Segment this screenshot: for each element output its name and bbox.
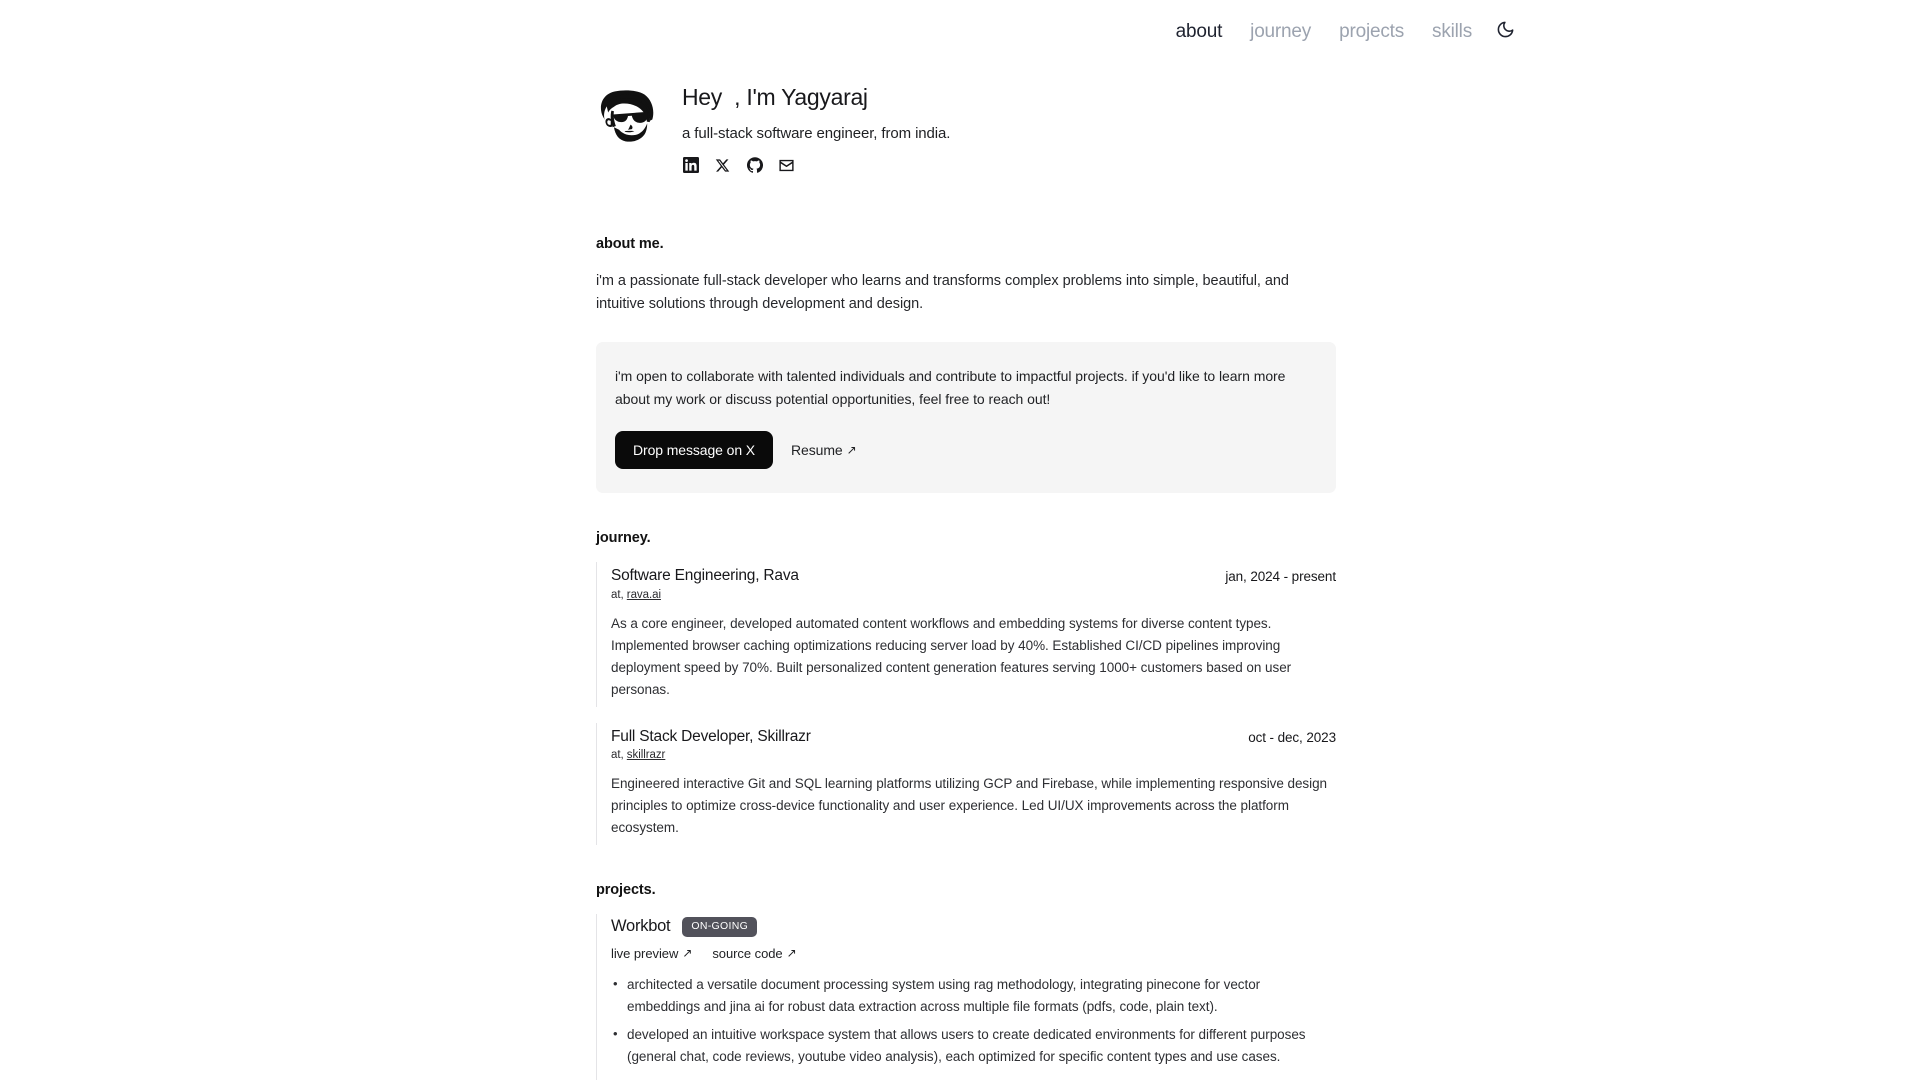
journey-entry: Full Stack Developer, Skillrazr at, skil… [596, 722, 1336, 845]
collaboration-card: i'm open to collaborate with talented in… [596, 341, 1336, 494]
projects-heading: projects. [596, 881, 656, 898]
drop-message-button[interactable]: Drop message on X [615, 431, 774, 470]
status-badge: ON-GOING [682, 917, 758, 937]
journey-heading: journey. [596, 530, 651, 547]
list-item: developed an intuitive workspace system … [613, 1023, 1336, 1068]
linkedin-icon[interactable] [682, 157, 699, 174]
page-title: Hey , I'm Yagyaraj [682, 84, 868, 110]
journey-entry-company: at, skillrazr [611, 749, 811, 761]
nav-link-projects[interactable]: projects [1339, 22, 1404, 41]
project-card: Workbot ON-GOING live preview ↗ source c… [596, 913, 1336, 1080]
hero-section: Hey , I'm Yagyaraj a full-stack software… [596, 0, 1336, 174]
journey-section: journey. Software Engineering, Rava at, … [596, 530, 1336, 845]
list-item: architected a versatile document process… [613, 973, 1336, 1018]
journey-entry-description: Engineered interactive Git and SQL learn… [611, 775, 1327, 835]
journey-entry-header: Full Stack Developer, Skillrazr at, skil… [611, 727, 1336, 761]
journey-entry-date: jan, 2024 - present [1225, 569, 1336, 585]
journey-entry-role: Software Engineering, Rava [611, 567, 799, 585]
social-links [682, 157, 950, 174]
hero-subtitle: a full-stack software engineer, from ind… [682, 124, 951, 142]
at-prefix: at, [611, 748, 624, 761]
live-preview-link[interactable]: live preview ↗ [611, 946, 692, 961]
resume-link[interactable]: Resume ↗ [791, 442, 857, 458]
about-body: i'm a passionate full-stack developer wh… [596, 272, 1289, 313]
collaboration-actions: Drop message on X Resume ↗ [615, 431, 1317, 470]
live-preview-label: live preview [611, 945, 679, 961]
company-link[interactable]: rava.ai [627, 589, 661, 601]
avatar [596, 85, 660, 149]
source-code-link[interactable]: source code ↗ [712, 946, 796, 961]
x-icon[interactable] [714, 157, 731, 174]
source-code-label: source code [712, 945, 783, 961]
resume-link-label: Resume [791, 442, 843, 459]
project-bullets: architected a versatile document process… [611, 973, 1336, 1080]
company-link[interactable]: skillrazr [627, 749, 666, 761]
project-name: Workbot [611, 916, 671, 935]
journey-entry: Software Engineering, Rava at, rava.ai j… [596, 562, 1336, 707]
hero-text: Hey , I'm Yagyaraj a full-stack software… [682, 77, 950, 174]
main-content: Hey , I'm Yagyaraj a full-stack software… [596, 0, 1336, 1080]
journey-entry-role: Full Stack Developer, Skillrazr [611, 727, 811, 745]
nav-link-skills[interactable]: skills [1432, 22, 1472, 41]
project-header: Workbot ON-GOING [611, 917, 1336, 937]
collaboration-text: i'm open to collaborate with talented in… [615, 367, 1286, 407]
portfolio-page: about journey projects skills Hey , I'm … [0, 0, 1920, 1080]
journey-entry-header: Software Engineering, Rava at, rava.ai j… [611, 566, 1336, 600]
journey-entry-date: oct - dec, 2023 [1248, 729, 1336, 745]
about-section: about me. i'm a passionate full-stack de… [596, 235, 1336, 494]
about-heading: about me. [596, 235, 664, 252]
theme-toggle-button[interactable] [1494, 20, 1516, 42]
project-links: live preview ↗ source code ↗ [611, 946, 1336, 961]
moon-icon [1496, 20, 1515, 42]
at-prefix: at, [611, 588, 624, 601]
arrow-up-right-icon: ↗ [846, 443, 857, 458]
journey-entry-description: As a core engineer, developed automated … [611, 615, 1292, 697]
email-icon[interactable] [778, 157, 795, 174]
arrow-up-right-icon: ↗ [786, 946, 797, 961]
list-item: engineered persistent chat history and s… [613, 1074, 1336, 1080]
projects-section: projects. Workbot ON-GOING live preview … [596, 882, 1336, 1080]
journey-entry-company: at, rava.ai [611, 589, 799, 601]
github-icon[interactable] [746, 157, 763, 174]
arrow-up-right-icon: ↗ [682, 946, 693, 961]
